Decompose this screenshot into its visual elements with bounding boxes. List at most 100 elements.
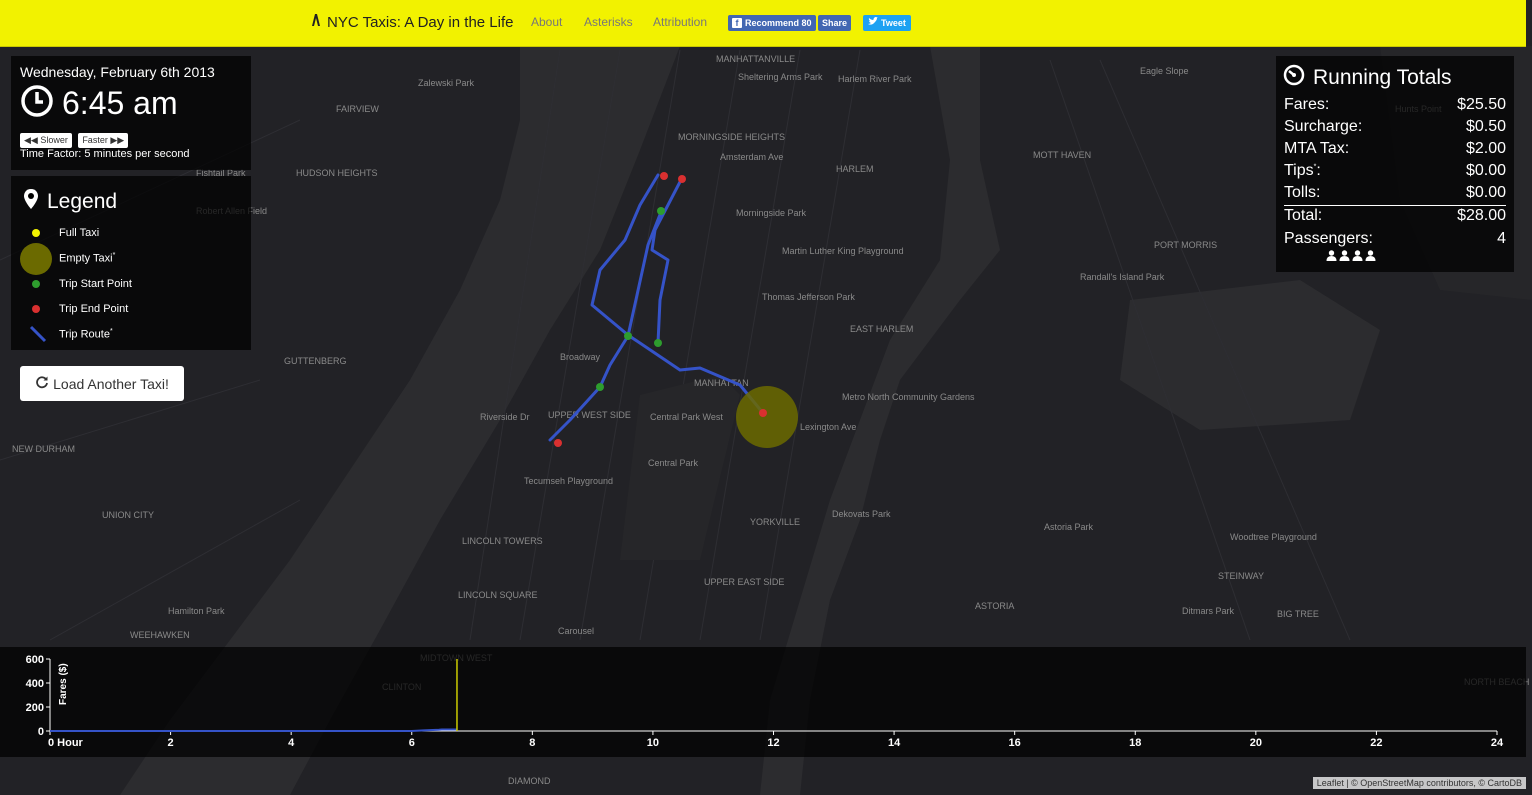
map-label: Ditmars Park — [1182, 606, 1235, 616]
facebook-recommend-button[interactable]: f Recommend 80 — [728, 15, 816, 31]
x-tick-label: 8 — [529, 737, 535, 749]
load-another-taxi-button[interactable]: Load Another Taxi! — [20, 366, 184, 401]
totals-value: $0.00 — [1465, 184, 1506, 201]
totals-title: Running Totals — [1313, 65, 1452, 89]
map-label: Hamilton Park — [168, 606, 225, 616]
share-label: Share — [822, 18, 848, 28]
map-label: Astoria Park — [1044, 522, 1094, 532]
taxi-icon — [309, 13, 323, 31]
map-label: BIG TREE — [1277, 609, 1319, 619]
map-label: Thomas Jefferson Park — [762, 292, 855, 302]
map-label: WEEHAWKEN — [130, 630, 190, 640]
fares-line — [50, 728, 457, 732]
legend-header: Legend — [23, 188, 117, 215]
trip-start-point — [624, 332, 632, 340]
totals-row-tips: Tips*: $0.00 — [1284, 162, 1506, 180]
trip-end-point — [660, 172, 668, 180]
map-label: Eagle Slope — [1140, 66, 1189, 76]
faster-label: Faster — [82, 135, 108, 145]
legend-title: Legend — [47, 189, 118, 213]
map-label: Broadway — [560, 352, 601, 362]
map-label: NEW DURHAM — [12, 444, 75, 454]
user-icon — [1352, 250, 1363, 261]
x-tick-label: 10 — [647, 737, 659, 749]
map-label: Central Park West — [650, 412, 723, 422]
legend-label: Full Taxi — [59, 227, 100, 239]
facebook-share-button[interactable]: Share — [818, 15, 852, 31]
time-factor: Time Factor: 5 minutes per second — [20, 148, 190, 160]
map-label: Woodtree Playground — [1230, 532, 1317, 542]
recommend-label: Recommend 80 — [745, 18, 812, 28]
passenger-icons — [1326, 250, 1376, 261]
totals-value: $2.00 — [1465, 140, 1506, 157]
map-attribution[interactable]: Leaflet | © OpenStreetMap contributors, … — [1312, 777, 1526, 789]
totals-row-fares: Fares: $25.50 — [1284, 96, 1506, 114]
trip-end-point — [678, 175, 686, 183]
map-label: Morningside Park — [736, 208, 807, 218]
totals-label: Fares: — [1284, 96, 1330, 113]
map-label: HARLEM — [836, 164, 874, 174]
map-label: MOTT HAVEN — [1033, 150, 1091, 160]
trip-end-point — [554, 439, 562, 447]
map-label: FAIRVIEW — [336, 104, 379, 114]
totals-value: $0.50 — [1465, 118, 1506, 135]
y-tick-label: 200 — [26, 702, 44, 714]
user-icon — [1339, 250, 1350, 261]
empty-taxi-marker — [736, 386, 798, 448]
map-label: MORNINGSIDE HEIGHTS — [678, 132, 785, 142]
nav-link-attribution[interactable]: Attribution — [653, 15, 707, 29]
totals-row-tolls: Tolls: $0.00 — [1284, 184, 1506, 206]
map-label: Tecumseh Playground — [524, 476, 613, 486]
date-label: Wednesday, February 6th 2013 — [20, 64, 215, 80]
map-label: UPPER WEST SIDE — [548, 410, 631, 420]
fares-chart: 0 200 400 600 0 Hour 2 4 6 8 10 12 14 16 18 20 22 24 Fare… — [0, 647, 1526, 757]
map-label: PORT MORRIS — [1154, 240, 1217, 250]
slower-label: Slower — [40, 135, 68, 145]
nav-link-about[interactable]: About — [531, 15, 562, 29]
map-label: UNION CITY — [102, 510, 154, 520]
map-label: MANHATTANVILLE — [716, 54, 795, 64]
map-label: Lexington Ave — [800, 422, 856, 432]
totals-label: Total: — [1284, 207, 1323, 224]
load-button-label: Load Another Taxi! — [53, 375, 169, 392]
clock-icon — [20, 84, 54, 123]
x-tick-label: 6 — [409, 737, 415, 749]
map-label: Metro North Community Gardens — [842, 392, 975, 402]
brand[interactable]: NYC Taxis: A Day in the Life — [309, 13, 513, 31]
map-label: YORKVILLE — [750, 517, 800, 527]
map-label: LINCOLN SQUARE — [458, 590, 538, 600]
navbar: NYC Taxis: A Day in the Life About Aster… — [0, 0, 1526, 47]
totals-value: $0.00 — [1465, 162, 1506, 179]
x-tick-label: 18 — [1129, 737, 1141, 749]
y-tick-label: 600 — [26, 654, 44, 666]
totals-label: MTA Tax: — [1284, 140, 1350, 157]
totals-value: 4 — [1497, 230, 1506, 247]
map-label: ASTORIA — [975, 601, 1014, 611]
map-label: EAST HARLEM — [850, 324, 913, 334]
running-totals-panel: Running Totals Fares: $25.50 Surcharge: $0… — [1276, 56, 1514, 272]
y-tick-label: 400 — [26, 678, 44, 690]
user-icon — [1326, 250, 1337, 261]
x-tick-label: 24 — [1491, 737, 1504, 749]
tweet-button[interactable]: Tweet — [863, 15, 911, 31]
refresh-icon — [35, 375, 49, 392]
fares-chart-svg: 02004006000 Hour 2 4 6 8 10 12 14 16 18 20 22 24Fare… — [26, 654, 1504, 749]
trip-start-point — [657, 207, 665, 215]
trip-end-swatch — [32, 305, 40, 313]
x-tick-label: 22 — [1370, 737, 1382, 749]
x-tick-label: 0 Hour — [48, 737, 84, 749]
map-label: Amsterdam Ave — [720, 152, 783, 162]
map-label: Carousel — [558, 626, 594, 636]
map-label: Central Park — [648, 458, 699, 468]
slower-button[interactable]: ◀◀ Slower — [20, 133, 72, 148]
legend-label: Trip Start Point — [59, 278, 132, 290]
tweet-label: Tweet — [881, 18, 906, 28]
nav-link-asterisks[interactable]: Asterisks — [584, 15, 633, 29]
trip-end-point — [759, 409, 767, 417]
legend-label: Trip Route* — [59, 328, 113, 341]
map-marker-icon — [23, 188, 39, 215]
totals-label: Passengers: — [1284, 230, 1373, 247]
faster-button[interactable]: Faster ▶▶ — [78, 133, 129, 148]
clock-display: 6:45 am — [20, 84, 178, 123]
trip-start-swatch — [32, 280, 40, 288]
